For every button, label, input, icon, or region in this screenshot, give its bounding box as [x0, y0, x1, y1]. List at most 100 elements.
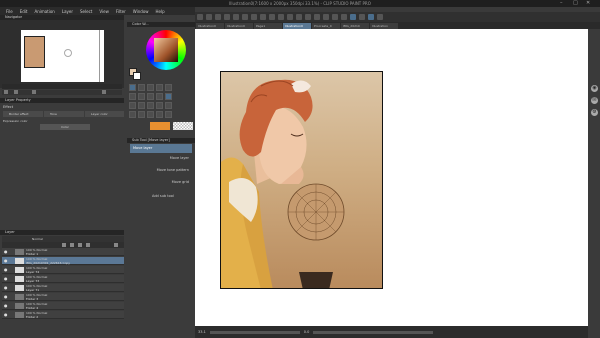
invert-selection-icon[interactable]: [287, 14, 293, 20]
zoom-out-icon[interactable]: [4, 90, 8, 94]
menu-help[interactable]: Help: [156, 9, 165, 14]
menu-view[interactable]: View: [99, 9, 109, 14]
auto-select-tool-icon[interactable]: [165, 84, 172, 91]
clip-icon[interactable]: [78, 243, 82, 247]
border-effect-button[interactable]: Border effect: [3, 111, 43, 117]
tab-doc-6[interactable]: IMG_20210: [341, 22, 369, 29]
eraser-tool-icon[interactable]: [138, 102, 145, 109]
grid-icon[interactable]: [359, 14, 365, 20]
trash-icon[interactable]: [114, 243, 118, 247]
figure-tool-icon[interactable]: [129, 111, 136, 118]
settings-icon[interactable]: [377, 14, 383, 20]
menu-edit[interactable]: Edit: [20, 9, 28, 14]
layer-row[interactable]: ● 100 % Normal Folder 2: [2, 311, 124, 319]
add-sub-tool-button[interactable]: Add sub tool: [130, 192, 192, 201]
eye-icon[interactable]: ●: [4, 250, 8, 254]
sub-tool-item-selected[interactable]: Move layer: [130, 144, 192, 153]
tab-doc-1[interactable]: Illustration0: [196, 22, 224, 29]
layer-color-button[interactable]: Layer color: [85, 111, 124, 117]
move-tool-icon[interactable]: [129, 84, 136, 91]
angle-value[interactable]: 0.0: [304, 330, 310, 334]
canvas-artwork[interactable]: [220, 71, 383, 289]
camera-icon[interactable]: ◉: [591, 85, 598, 92]
layer-row[interactable]: ● 100 % Normal Layer 71: [2, 284, 124, 292]
snap-special-icon[interactable]: [350, 14, 356, 20]
zoom-in-icon[interactable]: [14, 90, 18, 94]
frame-tool-icon[interactable]: [138, 111, 145, 118]
sub-tool-item[interactable]: Move layer: [130, 154, 192, 163]
ruler-tool-icon[interactable]: [147, 111, 154, 118]
menu-file[interactable]: File: [6, 9, 13, 14]
layer-row[interactable]: ● 100 % Normal Folder 1: [2, 248, 124, 256]
text-tool-icon[interactable]: [156, 111, 163, 118]
close-button[interactable]: ✕: [586, 0, 590, 7]
transparent-swatch[interactable]: [173, 122, 193, 130]
select-all-icon[interactable]: [278, 14, 284, 20]
decoration-tool-icon[interactable]: [129, 102, 136, 109]
fill-tool-icon[interactable]: [156, 102, 163, 109]
snap-icon[interactable]: [314, 14, 320, 20]
crop-icon[interactable]: [296, 14, 302, 20]
rotate-icon[interactable]: [102, 90, 106, 94]
deselect-icon[interactable]: [269, 14, 275, 20]
eye-icon[interactable]: ●: [4, 286, 8, 290]
balloon-tool-icon[interactable]: [165, 111, 172, 118]
sub-color-swatch[interactable]: [133, 72, 141, 80]
redo-icon[interactable]: [233, 14, 239, 20]
menu-window[interactable]: Window: [133, 9, 149, 14]
eye-icon[interactable]: ●: [4, 304, 8, 308]
layer-row[interactable]: ● 100 % Normal Folder 3: [2, 293, 124, 301]
clear-icon[interactable]: [242, 14, 248, 20]
gradient-tool-icon[interactable]: [165, 102, 172, 109]
zoom-value[interactable]: 33.1: [198, 330, 206, 334]
save-icon[interactable]: [215, 14, 221, 20]
gear-icon[interactable]: ⚙: [591, 109, 598, 116]
blend-tool-icon[interactable]: [147, 102, 154, 109]
transform-icon[interactable]: [260, 14, 266, 20]
open-icon[interactable]: [206, 14, 212, 20]
rotate-slider[interactable]: [313, 330, 434, 334]
brush-tool-icon[interactable]: [156, 93, 163, 100]
layer-row[interactable]: ● 100 % Normal Layer 74: [2, 266, 124, 274]
eye-icon[interactable]: ●: [4, 295, 8, 299]
color-picker-square[interactable]: [154, 38, 178, 62]
zoom-slider[interactable]: [209, 330, 300, 334]
airbrush-tool-icon[interactable]: [165, 93, 172, 100]
sub-tool-item[interactable]: Move grid: [130, 178, 192, 187]
eyedropper-tool-icon[interactable]: [129, 93, 136, 100]
new-file-icon[interactable]: [197, 14, 203, 20]
layer-row-selected[interactable]: ● 100 % Normal IMG_20210301_222616 Copy: [2, 257, 124, 265]
eye-icon[interactable]: ●: [4, 268, 8, 272]
menu-select[interactable]: Select: [80, 9, 92, 14]
ruler-icon[interactable]: [305, 14, 311, 20]
new-layer-icon[interactable]: [62, 243, 66, 247]
pen-tool-icon[interactable]: [138, 93, 145, 100]
undo-icon[interactable]: [224, 14, 230, 20]
zoom-tool-icon[interactable]: [138, 84, 145, 91]
pencil-tool-icon[interactable]: [147, 93, 154, 100]
eye-icon[interactable]: ●: [4, 277, 8, 281]
eye-icon[interactable]: ●: [4, 313, 8, 317]
maximize-button[interactable]: □: [573, 0, 578, 7]
lock-icon[interactable]: [86, 243, 90, 247]
tab-doc-5[interactable]: Procreate_0: [312, 22, 340, 29]
tab-doc-3[interactable]: Page1: [254, 22, 282, 29]
snap-ruler-icon[interactable]: [323, 14, 329, 20]
tab-doc-7[interactable]: Illustration: [370, 22, 398, 29]
navigator-zoom-slider[interactable]: [2, 84, 122, 89]
tab-doc-2[interactable]: Illustration0: [225, 22, 253, 29]
selection-tool-icon[interactable]: [156, 84, 163, 91]
sub-tool-item[interactable]: Move tone pattern: [130, 166, 192, 175]
menu-animation[interactable]: Animation: [34, 9, 54, 14]
operation-tool-icon[interactable]: [147, 84, 154, 91]
navigator-thumbnail[interactable]: [21, 30, 104, 82]
menu-filter[interactable]: Filter: [116, 9, 126, 14]
tone-button[interactable]: Tone: [44, 111, 84, 117]
chat-icon[interactable]: ✉: [591, 97, 598, 104]
tone-color-swatch[interactable]: [150, 122, 170, 130]
new-folder-icon[interactable]: [70, 243, 74, 247]
fill-icon[interactable]: [251, 14, 257, 20]
eye-icon[interactable]: ●: [4, 259, 8, 263]
layer-row[interactable]: ● 100 % Normal Folder 4: [2, 302, 124, 310]
layer-row[interactable]: ● 100 % Normal Layer 73: [2, 275, 124, 283]
